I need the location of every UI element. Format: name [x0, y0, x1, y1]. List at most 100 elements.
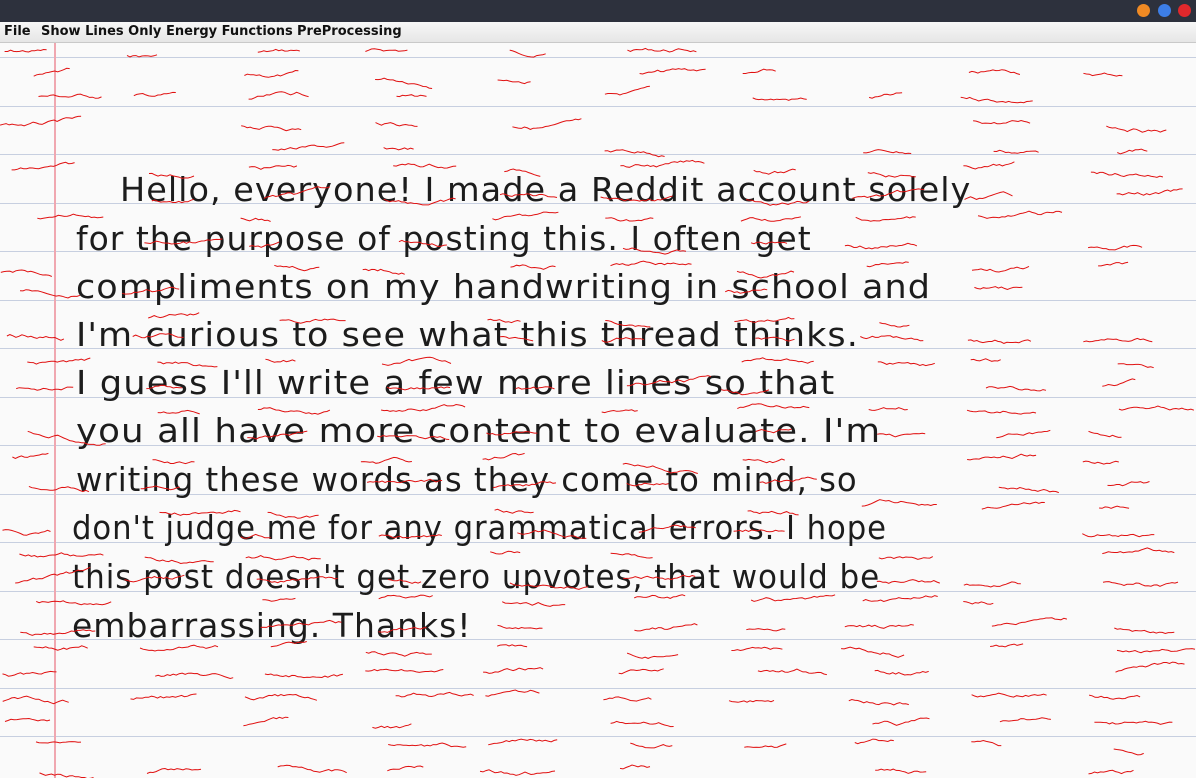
seam-fragment	[486, 431, 538, 436]
seam-fragment	[1116, 188, 1183, 196]
seam-fragment	[998, 486, 1059, 494]
seam-fragment	[396, 94, 427, 98]
seam-fragment	[750, 594, 836, 602]
seam-fragment	[0, 115, 82, 127]
seam-fragment	[1115, 661, 1185, 673]
seam-fragment	[964, 191, 1013, 200]
seam-fragment	[4, 48, 47, 53]
seam-fragment	[37, 213, 104, 220]
seam-fragment	[28, 485, 90, 493]
seam-fragment	[634, 623, 698, 632]
seam-fragment	[875, 768, 927, 774]
seam-fragment	[148, 172, 195, 179]
minimize-button[interactable]	[1137, 4, 1150, 17]
seam-fragment	[388, 579, 422, 584]
seam-fragment	[966, 409, 1037, 415]
seam-fragment	[1106, 125, 1167, 133]
seam-fragment	[264, 673, 343, 679]
menu-file[interactable]: File	[4, 24, 31, 39]
seam-fragment	[971, 739, 1002, 747]
seam-fragment	[634, 594, 686, 599]
seam-fragment	[626, 482, 669, 487]
seam-fragment	[996, 429, 1051, 439]
image-canvas[interactable]: Hello, everyone! I made a Reddit account…	[0, 43, 1196, 778]
seam-fragment	[144, 238, 223, 245]
seam-fragment	[0, 269, 52, 277]
seam-fragment	[38, 93, 102, 99]
seam-fragment	[990, 643, 1024, 648]
seam-fragment	[626, 375, 712, 387]
seam-fragment	[603, 696, 652, 702]
seam-fragment	[728, 699, 775, 703]
seam-fragment	[759, 476, 817, 484]
seam-fragment	[157, 361, 218, 368]
seam-fragment	[492, 481, 557, 489]
seam-fragment	[863, 149, 912, 155]
title-bar	[0, 0, 1196, 22]
seam-fragment	[963, 601, 994, 605]
seam-fragment	[974, 286, 1023, 291]
seam-fragment	[151, 198, 194, 204]
seam-fragment	[1090, 171, 1164, 178]
seam-fragment	[490, 550, 521, 555]
seam-fragment	[1094, 720, 1173, 725]
seam-fragment	[1102, 378, 1136, 387]
seam-fragment	[15, 566, 91, 584]
seam-fragment	[482, 452, 525, 461]
seam-fragment	[1088, 244, 1143, 251]
seam-fragment	[263, 186, 330, 199]
seam-fragment	[878, 556, 934, 560]
seam-fragment	[146, 767, 202, 774]
menu-energy-functions[interactable]: Energy Functions	[166, 24, 293, 39]
seam-fragment	[750, 241, 788, 245]
seam-fragment	[6, 334, 65, 341]
seam-fragment	[377, 434, 450, 440]
close-button[interactable]	[1178, 4, 1191, 17]
seam-fragment	[265, 358, 296, 363]
seam-fragment	[152, 459, 195, 465]
maximize-button[interactable]	[1158, 4, 1171, 17]
seam-fragment	[393, 163, 457, 169]
seam-fragment	[626, 652, 679, 659]
seam-fragment	[1088, 769, 1134, 775]
seam-fragment	[248, 164, 298, 170]
seam-fragment	[971, 265, 1030, 273]
menu-preprocessing[interactable]: PreProcessing	[297, 24, 402, 39]
seam-fragment	[387, 765, 424, 772]
seam-fragment	[967, 339, 1032, 344]
seam-fragment	[1116, 648, 1196, 654]
seam-fragment	[248, 91, 309, 100]
seam-fragment	[375, 77, 433, 89]
seam-fragment	[122, 286, 180, 295]
seam-fragment	[855, 216, 916, 222]
seam-fragment	[274, 264, 320, 272]
seam-fragment	[512, 118, 582, 130]
seam-fragment	[879, 322, 910, 328]
seam-fragment	[487, 318, 521, 324]
seam-fragment	[848, 698, 909, 706]
seam-fragment	[967, 453, 1037, 461]
seam-fragment	[960, 96, 1033, 104]
seam-fragment	[245, 555, 321, 561]
seam-fragment	[19, 552, 104, 558]
seam-fragment	[383, 147, 414, 151]
seam-fragment	[395, 691, 474, 698]
seam-fragment	[365, 668, 444, 673]
seam-fragment	[11, 161, 75, 171]
seam-fragment	[1083, 337, 1153, 343]
seam-fragment	[622, 462, 698, 474]
seam-fragment	[1113, 748, 1144, 756]
seam-fragment	[510, 264, 556, 270]
seam-fragment	[244, 693, 318, 701]
seam-fragment	[877, 432, 926, 438]
seam-fragment	[4, 717, 51, 722]
seam-fragment	[12, 452, 49, 459]
seam-fragment	[868, 407, 908, 411]
seam-fragment	[375, 122, 418, 127]
seam-fragment	[279, 318, 346, 324]
seam-fragment	[736, 270, 795, 279]
menu-show-lines-only[interactable]: Show Lines Only	[41, 24, 161, 39]
seam-fragment	[601, 409, 638, 414]
seam-fragment	[985, 385, 1047, 392]
seam-fragment	[977, 210, 1063, 219]
